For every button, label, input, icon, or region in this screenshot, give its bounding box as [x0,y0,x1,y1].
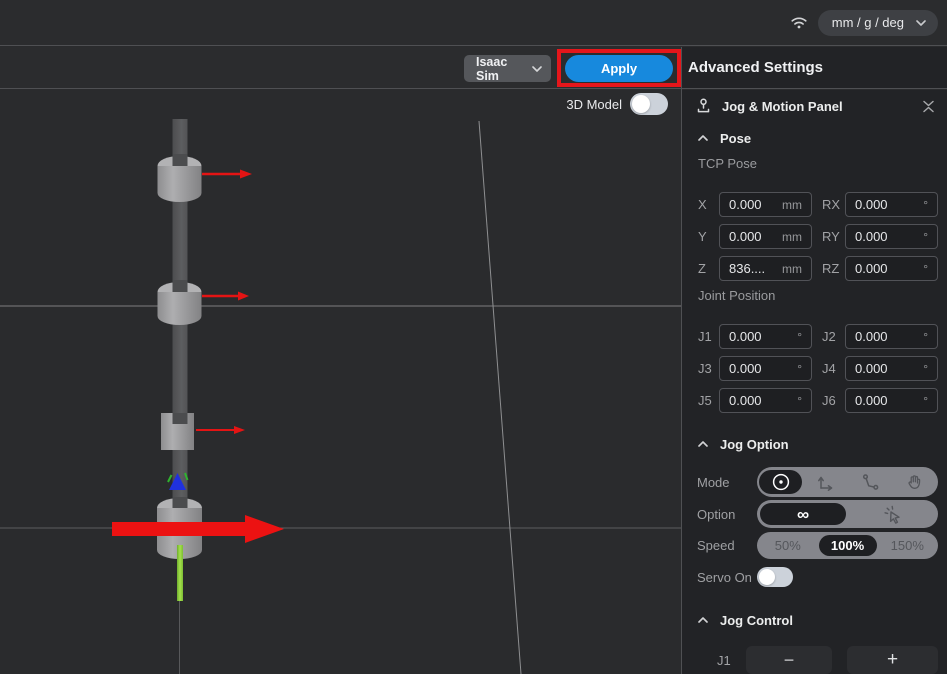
option-segmented-control: ∞ [757,500,938,528]
j1-minus-button[interactable]: − [746,646,832,674]
units-selector-value: mm / g / deg [832,15,904,30]
tcp-row-z: Z 836....mm RZ 0.000° [682,256,947,281]
infinity-icon: ∞ [797,506,809,523]
joint-row-3: J5 0.000° J6 0.000° [682,388,947,413]
pose-section-header[interactable]: Pose [682,130,947,146]
joint-1-axis-arrow[interactable] [202,170,252,179]
chevron-up-icon [698,135,708,141]
joint-position-label: Joint Position [698,288,775,303]
tcp-rx-input[interactable]: 0.000° [845,192,938,217]
tcp-row-y: Y 0.000mm RY 0.000° [682,224,947,249]
joint-jog-icon[interactable] [759,470,802,494]
green-axis-indicator [177,545,183,601]
servo-on-toggle[interactable] [757,567,793,587]
collapse-icon[interactable] [922,99,935,114]
model-toggle-row: 3D Model [566,93,668,115]
tcp-z-input[interactable]: 836....mm [719,256,812,281]
servo-row: Servo On [682,567,947,587]
page-title: Advanced Settings [688,59,823,76]
joint-3-axis-arrow[interactable] [196,426,245,434]
robot-joint-2 [158,280,202,325]
j3-input[interactable]: 0.000° [719,356,812,381]
jog-motion-panel-title: Jog & Motion Panel [722,99,843,114]
joystick-icon [696,98,712,114]
j4-input[interactable]: 0.000° [845,356,938,381]
speed-segmented-control: 50% 100% 150% [757,532,938,559]
robot-scene [0,90,681,674]
chevron-down-icon [532,66,542,72]
mode-row: Mode [682,467,947,497]
chevron-up-icon [698,441,708,447]
robot-control-app: mm / g / deg Isaac Sim Apply Advanced Se… [0,0,947,674]
chevron-up-icon [698,617,708,623]
sim-selector[interactable]: Isaac Sim [464,55,551,82]
option-row: Option ∞ [682,500,947,528]
advanced-settings-panel: Jog & Motion Panel Pose TCP Pose X 0.000… [682,90,947,674]
tcp-y-input[interactable]: 0.000mm [719,224,812,249]
grid-line-vertical [479,121,521,674]
click-jog-icon[interactable] [846,503,938,525]
j6-input[interactable]: 0.000° [845,388,938,413]
j5-input[interactable]: 0.000° [719,388,812,413]
joint-row-1: J1 0.000° J2 0.000° [682,324,947,349]
base-coordinate-icon[interactable] [803,472,848,492]
toggle-knob [759,569,775,585]
viewport-3d[interactable]: 3D Model [0,90,681,674]
tcp-ry-input[interactable]: 0.000° [845,224,938,249]
toggle-knob [632,95,650,113]
panel-header: Advanced Settings [682,47,947,89]
apply-button[interactable]: Apply [565,55,673,82]
j1-jog-control-row: J1 − + [682,646,947,674]
j1-input[interactable]: 0.000° [719,324,812,349]
tcp-pose-label: TCP Pose [698,156,757,171]
wifi-icon [790,15,808,30]
robot-joint-1 [158,154,202,202]
tcp-x-input[interactable]: 0.000mm [719,192,812,217]
continuous-jog-option[interactable]: ∞ [760,503,846,525]
speed-50-option[interactable]: 50% [757,538,819,553]
hand-guide-icon[interactable] [892,472,937,492]
joint-row-2: J3 0.000° J4 0.000° [682,356,947,381]
j1-plus-button[interactable]: + [847,646,938,674]
tcp-row-x: X 0.000mm RX 0.000° [682,192,947,217]
robot-joint-3 [161,413,194,450]
jog-option-section-header[interactable]: Jog Option [682,436,947,452]
tool-coordinate-icon[interactable] [848,472,893,492]
plus-icon: + [887,649,898,671]
speed-row: Speed 50% 100% 150% [682,532,947,559]
units-selector[interactable]: mm / g / deg [818,10,938,36]
toolbar: Isaac Sim Apply [0,47,682,89]
model-toggle-label: 3D Model [566,97,622,112]
jog-motion-panel-row: Jog & Motion Panel [682,96,947,116]
chevron-down-icon [916,20,926,26]
joint-2-axis-arrow[interactable] [202,292,249,301]
speed-150-option[interactable]: 150% [877,538,939,553]
sim-selector-value: Isaac Sim [476,55,532,83]
mode-segmented-control [757,467,938,497]
j2-input[interactable]: 0.000° [845,324,938,349]
top-bar: mm / g / deg [0,0,947,46]
minus-icon: − [784,650,795,671]
tcp-rz-input[interactable]: 0.000° [845,256,938,281]
apply-highlight-box: Apply [557,49,681,87]
3d-model-toggle[interactable] [630,93,668,115]
speed-100-option[interactable]: 100% [819,535,877,556]
j1-jog-label: J1 [717,653,746,668]
jog-control-section-header[interactable]: Jog Control [682,612,947,628]
